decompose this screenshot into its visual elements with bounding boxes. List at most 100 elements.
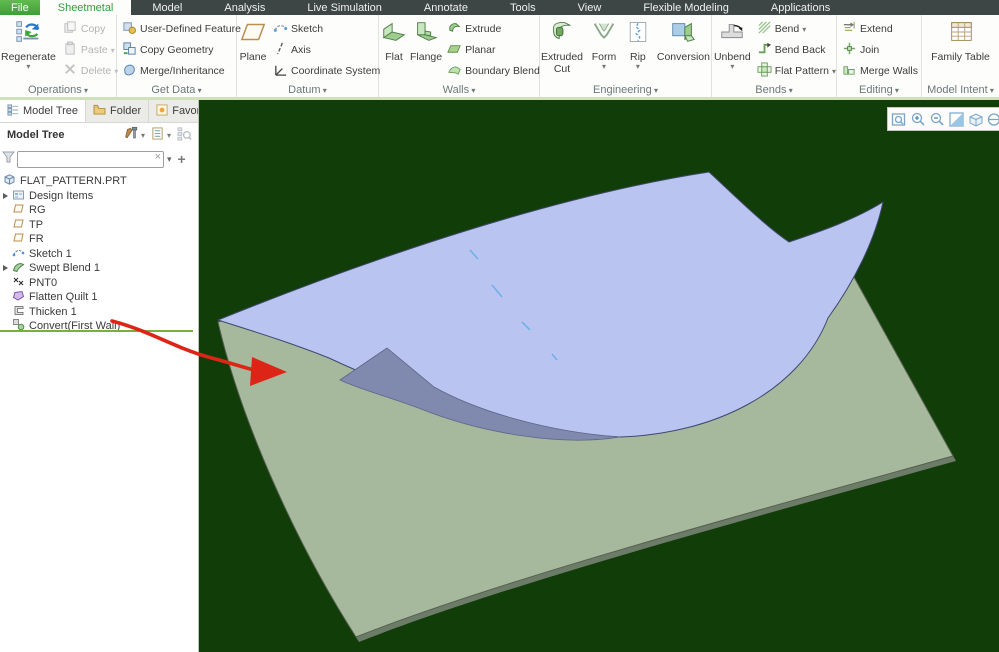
tab-view[interactable]: View: [557, 0, 623, 15]
group-bends: Unbend Bend Bend Back Flat P: [712, 15, 837, 97]
tree-display-options-button[interactable]: [151, 126, 171, 144]
extruded-cut-button[interactable]: Extruded Cut: [540, 17, 584, 76]
tab-tools[interactable]: Tools: [489, 0, 557, 15]
tab-flexible-modeling[interactable]: Flexible Modeling: [622, 0, 750, 15]
group-label-operations[interactable]: Operations: [0, 84, 116, 97]
group-get-data: User-Defined Feature Copy Geometry Merge…: [117, 15, 237, 97]
expand-arrow-icon[interactable]: [3, 265, 8, 271]
planar-button[interactable]: Planar: [445, 39, 540, 60]
regenerate-button[interactable]: Regenerate: [0, 17, 57, 72]
tab-analysis[interactable]: Analysis: [203, 0, 286, 15]
filter-dropdown-icon[interactable]: [167, 154, 172, 165]
saved-views-icon[interactable]: [967, 111, 984, 128]
dropdown-arrow-icon[interactable]: [636, 63, 640, 71]
plane-button[interactable]: Plane: [237, 17, 269, 64]
copy-geometry-icon: [122, 41, 137, 59]
flat-pattern-button[interactable]: Flat Pattern: [755, 60, 836, 81]
dropdown-arrow-icon[interactable]: [138, 129, 145, 141]
group-label-editing[interactable]: Editing: [837, 84, 921, 97]
tab-live-simulation[interactable]: Live Simulation: [286, 0, 403, 15]
flange-wall-button[interactable]: Flange: [409, 17, 443, 64]
tree-item[interactable]: TP: [0, 218, 198, 233]
bend-back-button[interactable]: Bend Back: [755, 39, 836, 60]
tree-filter-row: [0, 147, 198, 171]
tree-item[interactable]: Flatten Quilt 1: [0, 290, 198, 305]
merge-walls-button[interactable]: Merge Walls: [840, 60, 918, 81]
copy-button[interactable]: Copy: [61, 18, 118, 39]
join-button[interactable]: Join: [840, 39, 918, 60]
bend-button[interactable]: Bend: [755, 18, 836, 39]
dropdown-arrow-icon[interactable]: [829, 65, 836, 77]
unbend-button[interactable]: Unbend: [712, 17, 753, 72]
axis-icon: [273, 41, 288, 59]
conversion-button[interactable]: Conversion: [656, 17, 711, 64]
clear-filter-icon[interactable]: [155, 151, 161, 163]
axis-button[interactable]: Axis: [271, 39, 380, 60]
tree-item-root[interactable]: FLAT_PATTERN.PRT: [0, 174, 198, 189]
family-table-button[interactable]: Family Table: [930, 17, 992, 64]
tree-item[interactable]: FR: [0, 232, 198, 247]
group-label-engineering[interactable]: Engineering: [540, 84, 711, 97]
tools-icon: [124, 126, 138, 144]
tree-filter-input[interactable]: [17, 151, 164, 168]
zoom-region-icon[interactable]: [891, 111, 908, 128]
menu-bar: File Sheetmetal Model Analysis Live Simu…: [0, 0, 999, 15]
dropdown-arrow-icon[interactable]: [108, 44, 115, 56]
dropdown-arrow-icon[interactable]: [799, 23, 806, 35]
tree-search-button[interactable]: [177, 126, 192, 144]
zoom-in-icon[interactable]: [910, 111, 927, 128]
tree-search-icon: [177, 126, 192, 144]
sketch-button[interactable]: Sketch: [271, 18, 380, 39]
form-button[interactable]: Form: [588, 17, 620, 72]
group-operations: Regenerate Copy Paste Delete: [0, 15, 117, 97]
group-walls: Flat Flange Extrude Planar: [379, 15, 540, 97]
tab-sheetmetal[interactable]: Sheetmetal: [40, 0, 132, 15]
extrude-button[interactable]: Extrude: [445, 18, 540, 39]
add-filter-icon[interactable]: [178, 151, 186, 167]
refit-icon[interactable]: [948, 111, 965, 128]
zoom-out-icon[interactable]: [929, 111, 946, 128]
tab-applications[interactable]: Applications: [750, 0, 851, 15]
group-label-get-data[interactable]: Get Data: [117, 84, 236, 97]
tab-favorites[interactable]: Favorit: [149, 100, 198, 122]
rip-button[interactable]: Rip: [624, 17, 652, 72]
dropdown-arrow-icon[interactable]: [602, 63, 606, 71]
coordinate-system-button[interactable]: Coordinate System: [271, 60, 380, 81]
copy-icon: [63, 20, 78, 38]
favorites-icon: [156, 104, 168, 119]
dropdown-arrow-icon[interactable]: [26, 63, 30, 71]
extend-button[interactable]: Extend: [840, 18, 918, 39]
boundary-blend-button[interactable]: Boundary Blend: [445, 60, 540, 81]
tab-model-tree[interactable]: Model Tree: [0, 100, 86, 122]
delete-button[interactable]: Delete: [61, 60, 118, 81]
tree-item[interactable]: Swept Blend 1: [0, 261, 198, 276]
tree-item[interactable]: RG: [0, 203, 198, 218]
expand-arrow-icon[interactable]: [3, 193, 8, 199]
tree-item[interactable]: Design Items: [0, 189, 198, 204]
tab-file[interactable]: File: [0, 0, 40, 15]
tree-settings-button[interactable]: [124, 126, 145, 144]
flat-wall-button[interactable]: Flat: [379, 17, 409, 64]
ribbon: Regenerate Copy Paste Delete: [0, 15, 999, 97]
tab-model[interactable]: Model: [131, 0, 203, 15]
copy-geometry-button[interactable]: Copy Geometry: [120, 39, 241, 60]
paste-button[interactable]: Paste: [61, 39, 118, 60]
display-style-icon[interactable]: [986, 111, 999, 128]
group-label-model-intent[interactable]: Model Intent: [922, 84, 999, 97]
group-label-walls[interactable]: Walls: [379, 84, 539, 97]
dropdown-arrow-icon[interactable]: [730, 63, 734, 71]
tree-item[interactable]: Sketch 1: [0, 247, 198, 262]
group-label-datum[interactable]: Datum: [237, 84, 378, 97]
user-defined-feature-button[interactable]: User-Defined Feature: [120, 18, 241, 39]
tree-title: Model Tree: [7, 129, 124, 141]
tree-item[interactable]: PNT0: [0, 276, 198, 291]
model-tree-tab-icon: [7, 104, 19, 119]
tab-folder-browser[interactable]: Folder: [86, 100, 149, 122]
group-label-bends[interactable]: Bends: [712, 84, 836, 97]
filter-funnel-icon[interactable]: [2, 150, 15, 168]
tree-item[interactable]: Thicken 1: [0, 305, 198, 320]
merge-inheritance-button[interactable]: Merge/Inheritance: [120, 60, 241, 81]
graphics-area[interactable]: [199, 100, 999, 652]
dropdown-arrow-icon[interactable]: [164, 129, 171, 141]
tab-annotate[interactable]: Annotate: [403, 0, 489, 15]
